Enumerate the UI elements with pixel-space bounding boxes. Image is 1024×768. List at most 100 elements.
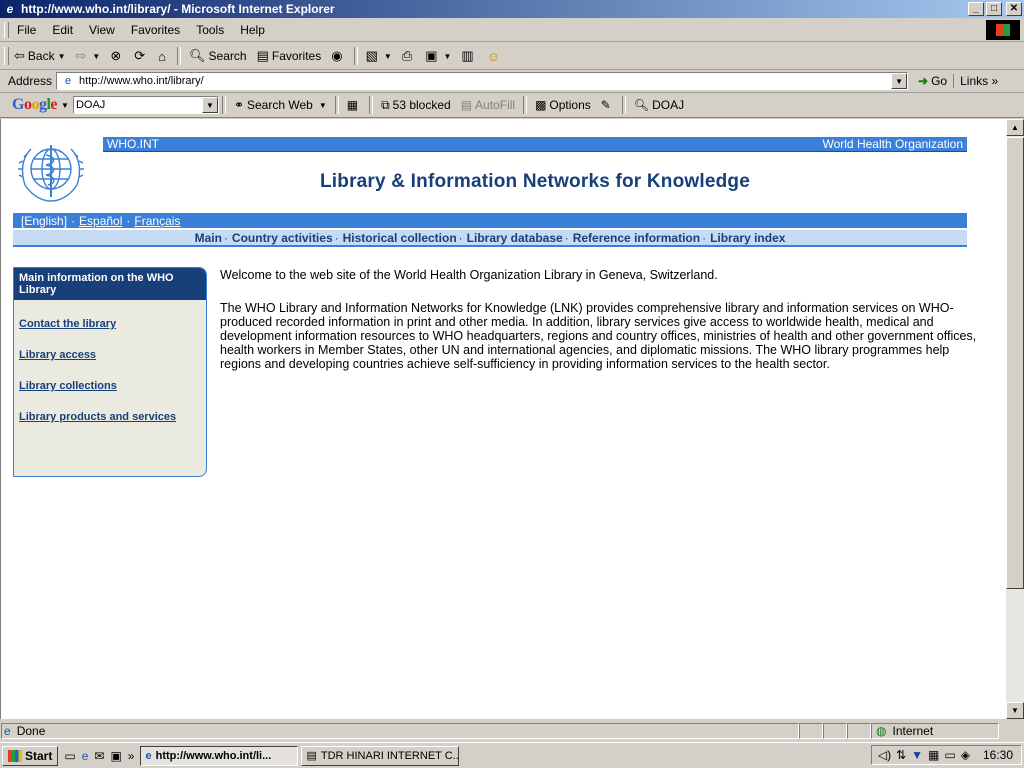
scroll-up-button[interactable]: ▲ [1006, 119, 1024, 136]
tray-extra-icon[interactable]: ◈ [961, 748, 970, 762]
address-input[interactable]: e http://www.who.int/library/ ▼ [56, 72, 909, 90]
address-bar: Address e http://www.who.int/library/ ▼ … [0, 70, 1024, 93]
menu-tools[interactable]: Tools [188, 23, 232, 37]
more-quicklaunch-icon[interactable]: » [128, 749, 135, 763]
chevron-down-icon[interactable]: ▼ [92, 52, 100, 61]
address-url[interactable]: http://www.who.int/library/ [79, 75, 204, 87]
welcome-text: Welcome to the web site of the World Hea… [220, 268, 718, 282]
vertical-scrollbar[interactable]: ▲ ▼ [1006, 119, 1024, 719]
print-button[interactable]: ⎙ [397, 45, 420, 67]
title-bar: e http://www.who.int/library/ - Microsof… [0, 0, 1024, 18]
minimize-button[interactable]: _ [968, 2, 984, 16]
media-button[interactable]: ◉ [326, 45, 350, 67]
chevron-down-icon[interactable]: ▼ [319, 101, 327, 110]
discuss-icon: ▥ [461, 48, 474, 63]
close-button[interactable]: ✕ [1006, 2, 1022, 16]
taskbar: Start ▭ e ✉ ▣ » e http://www.who.int/li..… [0, 742, 1024, 768]
chevron-down-icon[interactable]: ▼ [443, 52, 451, 61]
highlight-button[interactable]: ✎ [596, 98, 619, 112]
sidebar-link-contact[interactable]: Contact the library [19, 318, 201, 330]
ie-icon: e [145, 749, 152, 762]
options-button[interactable]: ▩ Options [530, 98, 596, 112]
sidebar-link-products[interactable]: Library products and services [19, 411, 201, 423]
scroll-down-button[interactable]: ▼ [1006, 702, 1024, 719]
home-button[interactable]: ⌂ [153, 45, 174, 67]
taskbar-item-ie[interactable]: e http://www.who.int/li... [140, 745, 299, 766]
show-desktop-icon[interactable]: ▭ [64, 749, 75, 763]
menu-view[interactable]: View [81, 23, 123, 37]
windows-flag-icon [8, 749, 22, 762]
autofill-icon: ▤ [460, 98, 473, 112]
favorites-folder-icon: ▤ [256, 48, 269, 63]
page-done-icon: e [4, 724, 11, 738]
menu-file[interactable]: File [9, 23, 44, 37]
back-arrow-icon: ⇦ [14, 48, 25, 63]
antivirus-icon[interactable]: ▼ [911, 748, 923, 762]
language-french-link[interactable]: Français [134, 214, 180, 228]
status-bar: e Done ◍ Internet [0, 721, 1024, 741]
favorites-button[interactable]: ▤ Favorites [252, 45, 327, 67]
chevron-down-icon[interactable]: ▼ [58, 52, 66, 61]
nav-reference-information[interactable]: Reference information [573, 231, 700, 245]
nav-library-database[interactable]: Library database [467, 231, 563, 245]
history-button[interactable]: ▧ ▼ [361, 45, 397, 67]
start-button[interactable]: Start [2, 745, 59, 766]
display-icon[interactable]: ▭ [944, 748, 955, 762]
main-nav: Main · Country activities · Historical col… [13, 230, 967, 247]
google-search-dropdown[interactable]: ▼ [201, 97, 218, 113]
menu-favorites[interactable]: Favorites [123, 23, 188, 37]
sidebar-link-access[interactable]: Library access [19, 349, 201, 361]
quick-launch: ▭ e ✉ ▣ » [58, 749, 140, 763]
popup-blocker-icon: ⧉ [381, 97, 390, 112]
language-bar: [English] · Español · Français [13, 213, 967, 228]
home-icon: ⌂ [158, 48, 167, 64]
taskbar-item-tdr[interactable]: ▤ TDR HINARI INTERNET C... [301, 745, 460, 766]
edit-button[interactable]: ▣ ▼ [420, 45, 456, 67]
refresh-button[interactable]: ⟳ [129, 45, 153, 67]
outlook-icon[interactable]: ✉ [94, 749, 104, 763]
app-quicklaunch-icon[interactable]: ▣ [110, 749, 121, 763]
menu-edit[interactable]: Edit [44, 23, 81, 37]
chevron-down-icon[interactable]: ▼ [61, 101, 69, 110]
network-icon[interactable]: ⇅ [896, 748, 906, 762]
ie-quicklaunch-icon[interactable]: e [82, 749, 89, 763]
volume-icon[interactable]: ◁) [878, 748, 891, 762]
links-button[interactable]: Links » [953, 74, 1004, 88]
address-dropdown-button[interactable]: ▼ [891, 73, 908, 89]
menu-bar: File Edit View Favorites Tools Help [0, 19, 1024, 42]
history-icon: ▧ [365, 48, 378, 63]
binoculars-icon: ⚭ [233, 98, 244, 112]
sidebar-link-collections[interactable]: Library collections [19, 380, 201, 392]
google-logo[interactable]: Google [0, 96, 61, 114]
search-button[interactable]: 🔍︎ Search [184, 45, 252, 67]
nav-library-index[interactable]: Library index [710, 231, 785, 245]
nav-country-activities[interactable]: Country activities [232, 231, 333, 245]
back-button[interactable]: ⇦ Back ▼ [9, 45, 71, 67]
language-spanish-link[interactable]: Español [79, 214, 122, 228]
status-text: Done [16, 724, 46, 738]
news-button[interactable]: ▦ [342, 98, 366, 112]
who-emblem-icon[interactable] [13, 137, 89, 207]
forward-button[interactable]: ⇨ ▼ [71, 45, 106, 67]
nav-main[interactable]: Main [195, 231, 222, 245]
highlighter-icon: ✎ [600, 98, 611, 112]
discuss-button[interactable]: ▥ [456, 45, 481, 67]
doaj-search-button[interactable]: 🔍︎ DOAJ [629, 98, 689, 112]
go-button[interactable]: ➜ Go [908, 74, 953, 88]
messenger-button[interactable]: ☺ [482, 45, 508, 67]
nav-historical-collection[interactable]: Historical collection [343, 231, 457, 245]
google-toolbar: Google ▼ DOAJ ▼ ⚭ Search Web ▼ ▦ ⧉ 53 block… [0, 93, 1024, 118]
edit-icon: ▣ [425, 48, 438, 63]
google-search-input[interactable]: DOAJ ▼ [72, 96, 219, 114]
search-web-button[interactable]: ⚭ Search Web ▼ [229, 98, 332, 112]
scroll-thumb[interactable] [1006, 137, 1024, 589]
chevron-down-icon[interactable]: ▼ [384, 52, 392, 61]
stop-button[interactable]: ⊗ [105, 45, 129, 67]
menu-help[interactable]: Help [232, 23, 273, 37]
autofill-button[interactable]: ▤ AutoFill [456, 98, 520, 112]
popup-blocker-button[interactable]: ⧉ 53 blocked [376, 98, 456, 113]
maximize-button[interactable]: □ [986, 2, 1002, 16]
who-int-label[interactable]: WHO.INT [107, 137, 159, 151]
site-title: Library & Information Networks for Knowl… [319, 171, 750, 192]
tray-app-icon[interactable]: ▦ [928, 748, 939, 762]
